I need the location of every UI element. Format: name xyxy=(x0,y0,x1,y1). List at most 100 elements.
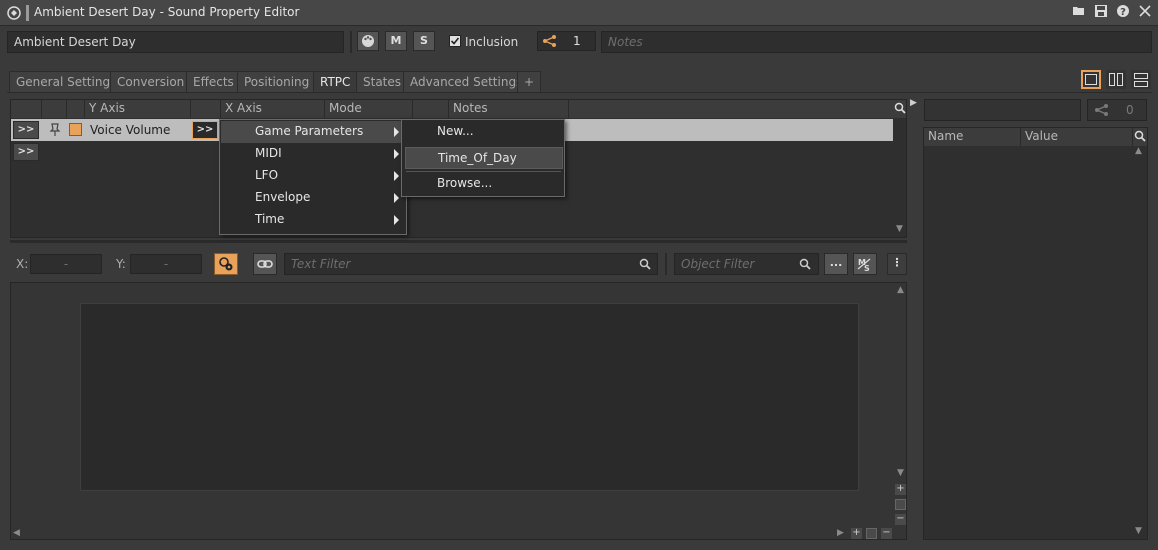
share-field[interactable]: 1 xyxy=(537,31,596,51)
solo-button[interactable]: S xyxy=(413,31,435,51)
zoom-fit-horizontal-button[interactable] xyxy=(866,528,877,539)
zoom-fit-vertical-button[interactable] xyxy=(895,499,906,510)
properties-search-icon[interactable] xyxy=(1134,130,1146,145)
tab-advanced-settings[interactable]: Advanced Settings xyxy=(403,71,530,92)
graph-scroll-right-icon[interactable]: ▶ xyxy=(837,528,844,538)
col-expand xyxy=(11,100,42,118)
tab-general-settings[interactable]: General Settings xyxy=(9,71,124,92)
object-filter-input[interactable]: Object Filter xyxy=(674,253,819,275)
row-expand-button[interactable]: >> xyxy=(13,121,39,139)
submenu-arrow-icon xyxy=(394,215,399,225)
tab-effects[interactable]: Effects xyxy=(186,71,241,92)
col-name[interactable]: Name xyxy=(924,128,1021,146)
color-palette-button[interactable] xyxy=(357,31,379,51)
add-rtpc-button[interactable]: >> xyxy=(13,143,39,161)
graph-scroll-left-icon[interactable]: ◀ xyxy=(13,528,20,538)
save-icon[interactable] xyxy=(1092,4,1110,22)
link-button[interactable] xyxy=(253,253,277,275)
inclusion-label: Inclusion xyxy=(465,35,519,49)
share-icon xyxy=(542,34,558,51)
right-share-count: 0 xyxy=(1126,103,1134,117)
col-x-axis[interactable]: X Axis xyxy=(221,100,325,118)
object-name-field[interactable]: Ambient Desert Day xyxy=(7,31,344,53)
window-title: Ambient Desert Day - Sound Property Edit… xyxy=(34,5,300,19)
close-icon[interactable] xyxy=(1136,4,1154,22)
menu-item-midi-label: MIDI xyxy=(255,146,282,160)
col-value[interactable]: Value xyxy=(1021,128,1133,146)
layout-single-icon[interactable] xyxy=(1081,70,1101,89)
svg-text:?: ? xyxy=(1120,7,1126,18)
graph-scroll-up-icon[interactable]: ▲ xyxy=(897,285,904,295)
col-notes[interactable]: Notes xyxy=(449,100,569,118)
col-mode[interactable]: Mode xyxy=(325,100,413,118)
submenu-item-new[interactable]: New... xyxy=(403,121,563,143)
layout-rows-icon[interactable] xyxy=(1131,70,1151,89)
folder-open-icon[interactable] xyxy=(1070,4,1088,22)
menu-item-envelope[interactable]: Envelope xyxy=(221,187,405,209)
submenu-arrow-icon xyxy=(394,193,399,203)
mute-button[interactable]: M xyxy=(385,31,407,51)
row-y-axis-label: Voice Volume xyxy=(90,123,171,137)
tab-add[interactable]: + xyxy=(517,71,542,92)
tab-positioning[interactable]: Positioning xyxy=(237,71,317,92)
row-color-swatch[interactable] xyxy=(69,123,82,136)
submenu-arrow-icon xyxy=(394,171,399,181)
layout-columns-icon[interactable] xyxy=(1106,70,1126,89)
share-count: 1 xyxy=(573,34,581,48)
y-label: Y: xyxy=(116,257,126,271)
table-scroll-down-icon[interactable]: ▼ xyxy=(896,224,903,234)
right-panel-name-field[interactable] xyxy=(924,99,1081,121)
right-panel-share-field[interactable]: 0 xyxy=(1087,99,1147,121)
svg-text:S: S xyxy=(864,264,870,273)
submenu-item-browse[interactable]: Browse... xyxy=(403,173,563,195)
x-value: - xyxy=(63,257,69,271)
properties-scroll-up-icon[interactable]: ▲ xyxy=(1135,146,1142,156)
properties-table-header: Name Value xyxy=(924,128,1147,146)
submenu-arrow-icon xyxy=(394,127,399,137)
graph-scroll-down-icon[interactable]: ▼ xyxy=(897,468,904,478)
header-divider xyxy=(350,31,352,53)
help-icon[interactable]: ? xyxy=(1114,4,1132,22)
panel-splitter[interactable] xyxy=(10,240,907,243)
options-menu-button[interactable]: ⋮ xyxy=(887,253,907,275)
app-icon xyxy=(6,5,22,21)
ms-filter-button[interactable]: MS xyxy=(853,253,877,275)
tab-rtpc[interactable]: RTPC xyxy=(313,71,358,92)
text-filter-input[interactable]: Text Filter xyxy=(284,253,658,275)
menu-item-midi[interactable]: MIDI xyxy=(221,143,405,165)
menu-item-time[interactable]: Time xyxy=(221,209,405,231)
zoom-in-vertical-button[interactable]: + xyxy=(895,484,906,495)
y-value-field[interactable]: - xyxy=(130,254,202,274)
text-filter-search-icon xyxy=(639,258,651,273)
object-filter-placeholder: Object Filter xyxy=(681,257,755,271)
graph-panel: ▲ ▼ + − ◀ ▶ + − xyxy=(10,282,907,540)
row-x-axis-button[interactable]: >> xyxy=(192,121,218,139)
menu-item-game-parameters[interactable]: Game Parameters xyxy=(221,121,405,143)
notes-placeholder: Notes xyxy=(608,35,643,49)
title-bar: Ambient Desert Day - Sound Property Edit… xyxy=(0,0,1158,26)
menu-item-lfo[interactable]: LFO xyxy=(221,165,405,187)
collapse-right-arrow-icon[interactable]: ▶ xyxy=(910,98,917,108)
notes-field[interactable]: Notes xyxy=(601,31,1152,53)
title-separator xyxy=(26,5,29,21)
col-x-button xyxy=(191,100,221,118)
tab-conversion[interactable]: Conversion xyxy=(110,71,192,92)
col-spacer xyxy=(413,100,449,118)
zoom-out-vertical-button[interactable]: − xyxy=(895,514,906,525)
tab-states[interactable]: States xyxy=(356,71,409,92)
more-button[interactable]: ... xyxy=(824,253,848,275)
pin-icon[interactable] xyxy=(48,123,62,140)
zoom-in-horizontal-button[interactable]: + xyxy=(851,528,862,539)
x-value-field[interactable]: - xyxy=(30,254,102,274)
menu-item-time-label: Time xyxy=(255,212,285,226)
table-search-icon[interactable] xyxy=(894,102,906,117)
auto-focus-button[interactable] xyxy=(214,253,238,275)
x-label: X: xyxy=(16,257,29,271)
properties-scroll-down-icon[interactable]: ▼ xyxy=(1135,526,1142,536)
inclusion-checkbox[interactable] xyxy=(449,35,461,47)
zoom-out-horizontal-button[interactable]: − xyxy=(881,528,892,539)
graph-canvas[interactable] xyxy=(80,303,859,491)
submenu-item-time-of-day[interactable]: Time_Of_Day xyxy=(405,147,563,169)
col-y-axis[interactable]: Y Axis xyxy=(85,100,191,118)
context-menu: Game Parameters MIDI LFO Envelope Time xyxy=(219,119,407,235)
